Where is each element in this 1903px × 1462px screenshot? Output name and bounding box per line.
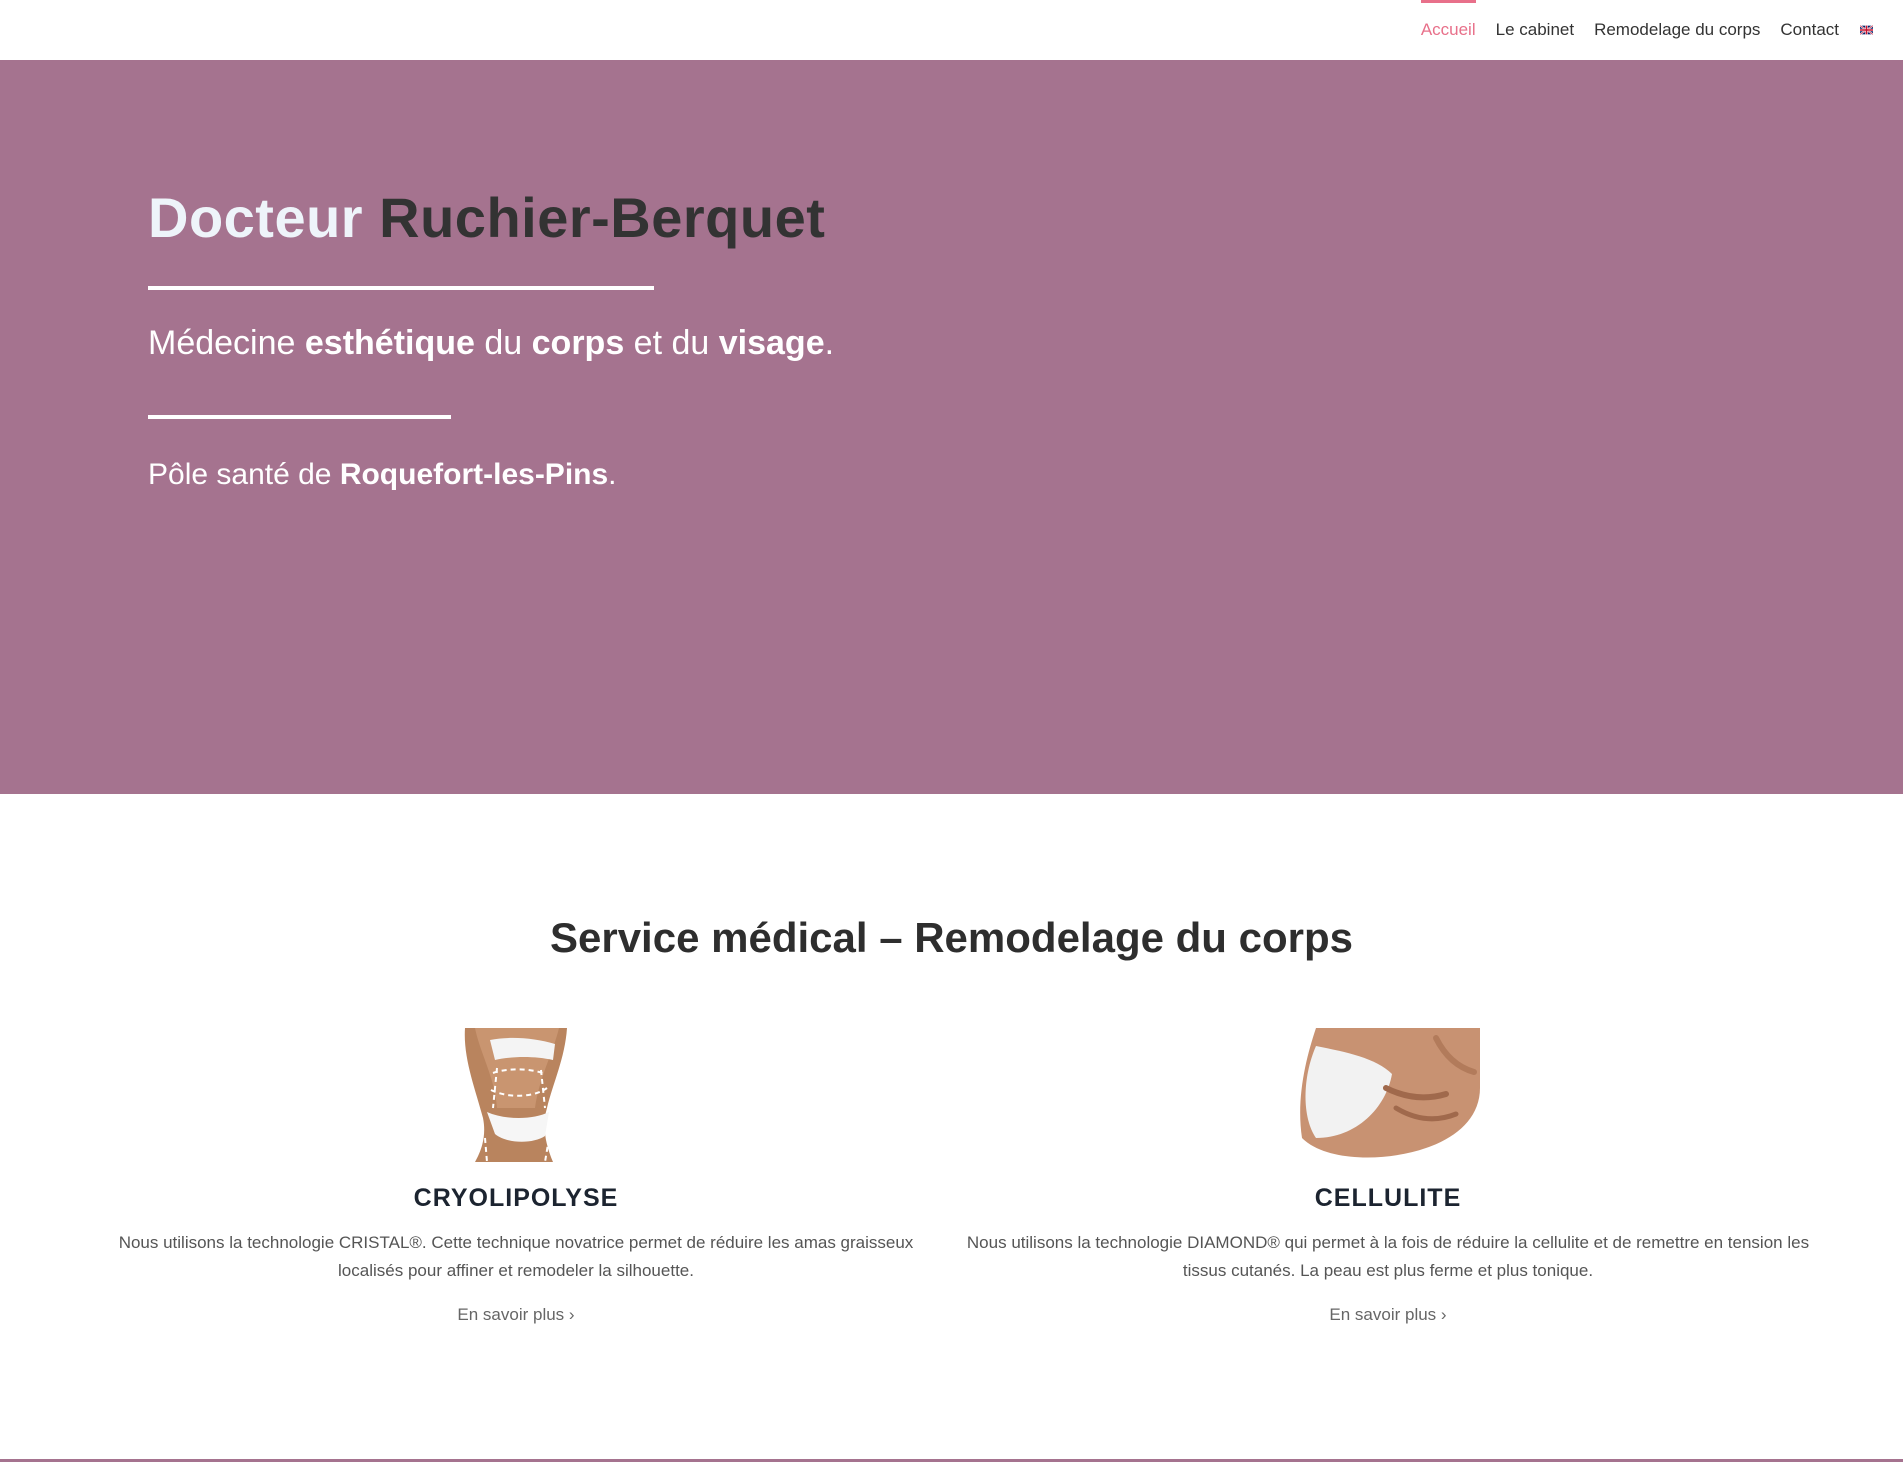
subtitle-emphasis: visage bbox=[718, 324, 825, 362]
service-description: Nous utilisons la technologie DIAMOND® q… bbox=[966, 1233, 1810, 1280]
nav-item-remodelage-du-corps[interactable]: Remodelage du corps bbox=[1594, 0, 1760, 60]
hero-subtitle: Médecine esthétique du corps et du visag… bbox=[148, 324, 834, 363]
hero-title-name: Ruchier-Berquet bbox=[379, 186, 826, 249]
service-title: CELLULITE bbox=[1314, 1184, 1462, 1212]
nav-item-le-cabinet[interactable]: Le cabinet bbox=[1496, 0, 1574, 60]
location-text: Pôle santé de bbox=[148, 458, 340, 491]
learn-more-link[interactable]: En savoir plus › bbox=[1329, 1305, 1446, 1325]
uk-flag-icon bbox=[1860, 25, 1873, 35]
service-card-cryolipolyse: CRYOLIPOLYSE Nous utilisons la technolog… bbox=[90, 1028, 942, 1325]
service-title: CRYOLIPOLYSE bbox=[413, 1184, 619, 1212]
site-header: Accueil Le cabinet Remodelage du corps C… bbox=[0, 0, 1903, 60]
subtitle-text: Médecine bbox=[148, 324, 305, 362]
hero-title: Docteur Ruchier-Berquet bbox=[148, 185, 825, 250]
hero-divider-2 bbox=[148, 415, 451, 419]
language-switch[interactable] bbox=[1839, 0, 1873, 60]
main-nav: Accueil Le cabinet Remodelage du corps C… bbox=[1401, 0, 1873, 60]
subtitle-text: et du bbox=[624, 324, 719, 362]
hero-title-first: Docteur bbox=[148, 186, 364, 249]
subtitle-emphasis: corps bbox=[531, 324, 625, 362]
service-description: Nous utilisons la technologie CRISTAL®. … bbox=[118, 1233, 914, 1280]
services-heading: Service médical – Remodelage du corps bbox=[549, 914, 1353, 961]
subtitle-emphasis: esthétique bbox=[304, 324, 475, 362]
nav-item-contact[interactable]: Contact bbox=[1780, 0, 1839, 60]
service-card-cellulite: CELLULITE Nous utilisons la technologie … bbox=[962, 1028, 1814, 1325]
hero-divider-1 bbox=[148, 286, 654, 290]
subtitle-text: du bbox=[474, 324, 532, 362]
nav-item-accueil[interactable]: Accueil bbox=[1420, 0, 1476, 60]
hero-banner: Docteur Ruchier-Berquet Médecine esthéti… bbox=[0, 60, 1903, 794]
subtitle-text: . bbox=[824, 324, 835, 362]
cellulite-image bbox=[1296, 1028, 1480, 1162]
cryolipolyse-image bbox=[435, 1028, 597, 1162]
location-text: . bbox=[608, 458, 617, 491]
location-emphasis: Roquefort-les-Pins bbox=[339, 458, 609, 491]
hero-location: Pôle santé de Roquefort-les-Pins. bbox=[148, 458, 617, 492]
learn-more-link[interactable]: En savoir plus › bbox=[457, 1305, 574, 1325]
